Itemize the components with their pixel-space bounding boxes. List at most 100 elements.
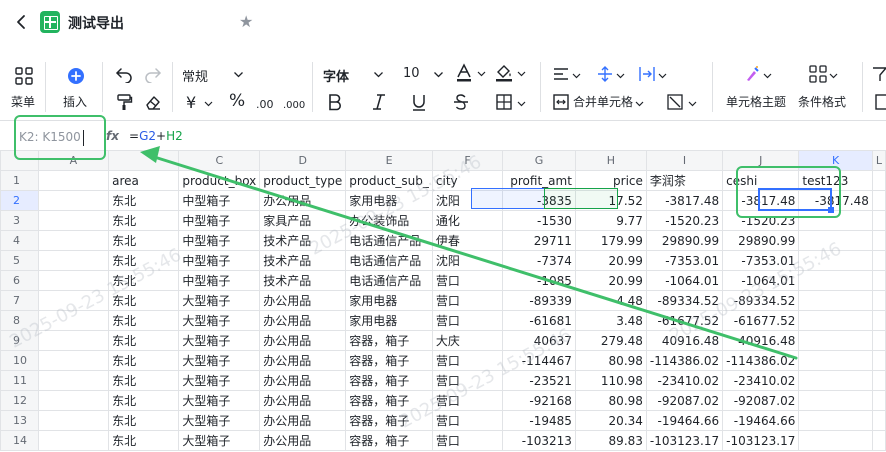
cell-h9[interactable]: 279.48: [574, 330, 647, 351]
row-header[interactable]: 2: [0, 190, 39, 211]
filter-icon[interactable]: [872, 64, 886, 84]
cell-j8[interactable]: -61677.52: [722, 310, 800, 331]
cell-b2[interactable]: 东北: [108, 190, 180, 211]
cell-b8[interactable]: 东北: [108, 310, 180, 331]
cell-f7[interactable]: 营口: [431, 290, 504, 311]
cell-l3[interactable]: [871, 210, 886, 231]
cell-b7[interactable]: 东北: [108, 290, 180, 311]
cell-j3[interactable]: -1520.23: [722, 210, 800, 231]
strikethrough-icon[interactable]: [452, 92, 470, 112]
cell-l14[interactable]: [871, 430, 886, 451]
cell-l5[interactable]: [871, 250, 886, 271]
cell-e9[interactable]: 容器，箱子: [345, 330, 433, 351]
cell-k2[interactable]: -3817.48: [798, 190, 873, 211]
cell-e2[interactable]: 家用电器: [345, 190, 433, 211]
cell-l6[interactable]: [871, 270, 886, 291]
cell-k8[interactable]: [798, 310, 873, 331]
insert-label[interactable]: 插入: [63, 93, 87, 110]
cell-k9[interactable]: [798, 330, 873, 351]
row-header[interactable]: 12: [0, 390, 39, 411]
cell-d2[interactable]: 办公用品: [259, 190, 347, 211]
insert-plus-icon[interactable]: [66, 66, 86, 86]
column-header[interactable]: A: [37, 150, 110, 171]
cell-g10[interactable]: -114467: [502, 350, 576, 371]
chevron-down-icon[interactable]: [634, 96, 644, 110]
cell-i4[interactable]: 29890.99: [645, 230, 724, 251]
cell-l12[interactable]: [871, 390, 886, 411]
cell-g7[interactable]: -89339: [502, 290, 576, 311]
cell-d11[interactable]: 办公用品: [259, 370, 347, 391]
cell-a6[interactable]: [37, 270, 110, 291]
grid-menu-icon[interactable]: [14, 66, 34, 86]
cell-c9[interactable]: 大型箱子: [178, 330, 261, 351]
cell-h10[interactable]: 80.98: [574, 350, 647, 371]
cell-h13[interactable]: 20.34: [574, 410, 647, 431]
row-header[interactable]: 3: [0, 210, 39, 231]
cell-j10[interactable]: -114386.02: [722, 350, 800, 371]
cell-i5[interactable]: -7353.01: [645, 250, 724, 271]
cell-c10[interactable]: 大型箱子: [178, 350, 261, 371]
format-painter-icon[interactable]: [114, 92, 134, 112]
cell-g4[interactable]: 29711: [502, 230, 576, 251]
cell-e13[interactable]: 容器，箱子: [345, 410, 433, 431]
menu-label[interactable]: 菜单: [11, 93, 35, 110]
cell-i11[interactable]: -23410.02: [645, 370, 724, 391]
select-all-corner[interactable]: [0, 150, 39, 171]
cell-f10[interactable]: 营口: [431, 350, 504, 371]
cell-d10[interactable]: 办公用品: [259, 350, 347, 371]
row-header[interactable]: 4: [0, 230, 39, 251]
column-header[interactable]: L: [871, 150, 886, 171]
cell-d7[interactable]: 办公用品: [259, 290, 347, 311]
row-header[interactable]: 14: [0, 430, 39, 451]
cell-theme-button[interactable]: 单元格主题: [726, 93, 786, 110]
cell-j14[interactable]: -103123.17: [722, 430, 800, 451]
cell-b4[interactable]: 东北: [108, 230, 180, 251]
cell-c8[interactable]: 大型箱子: [178, 310, 261, 331]
cell-d3[interactable]: 家具产品: [259, 210, 347, 231]
cell-h1[interactable]: price: [574, 170, 647, 191]
row-header[interactable]: 7: [0, 290, 39, 311]
cell-c5[interactable]: 中型箱子: [178, 250, 261, 271]
cell-e7[interactable]: 家用电器: [345, 290, 433, 311]
merge-cells-button[interactable]: 合并单元格: [573, 93, 633, 110]
chevron-down-icon[interactable]: [203, 96, 213, 110]
cell-e5[interactable]: 电话通信产品: [345, 250, 433, 271]
cell-l1[interactable]: [871, 170, 886, 191]
cell-e11[interactable]: 容器，箱子: [345, 370, 433, 391]
cell-k3[interactable]: [798, 210, 873, 231]
text-rotate-icon[interactable]: [665, 92, 685, 112]
cell-l4[interactable]: [871, 230, 886, 251]
cell-l8[interactable]: [871, 310, 886, 331]
cell-a3[interactable]: [37, 210, 110, 231]
chevron-down-icon[interactable]: [615, 68, 625, 82]
cell-g11[interactable]: -23521: [502, 370, 576, 391]
align-left-icon[interactable]: [551, 64, 571, 84]
cell-h4[interactable]: 179.99: [574, 230, 647, 251]
cell-a14[interactable]: [37, 430, 110, 451]
cell-c12[interactable]: 大型箱子: [178, 390, 261, 411]
cell-a9[interactable]: [37, 330, 110, 351]
back-arrow-icon[interactable]: [12, 12, 32, 32]
cell-b14[interactable]: 东北: [108, 430, 180, 451]
row-header[interactable]: 5: [0, 250, 39, 271]
name-box[interactable]: K2: K1500: [19, 130, 81, 144]
cell-k7[interactable]: [798, 290, 873, 311]
column-header[interactable]: E: [345, 150, 433, 171]
cell-d6[interactable]: 技术产品: [259, 270, 347, 291]
cell-h11[interactable]: 110.98: [574, 370, 647, 391]
cell-b3[interactable]: 东北: [108, 210, 180, 231]
cell-i10[interactable]: -114386.02: [645, 350, 724, 371]
document-title[interactable]: 测试导出: [68, 13, 124, 33]
cell-c1[interactable]: product_box: [178, 170, 261, 191]
cell-i1[interactable]: 李润茶: [645, 170, 724, 191]
cell-j4[interactable]: 29890.99: [722, 230, 800, 251]
cell-e8[interactable]: 家用电器: [345, 310, 433, 331]
cell-f5[interactable]: 沈阳: [431, 250, 504, 271]
cell-f11[interactable]: 营口: [431, 370, 504, 391]
percent-button[interactable]: %: [229, 91, 245, 111]
cell-j5[interactable]: -7353.01: [722, 250, 800, 271]
column-header[interactable]: D: [259, 150, 347, 171]
formula-input[interactable]: =G2+H2: [129, 129, 183, 143]
cell-i14[interactable]: -103123.17: [645, 430, 724, 451]
cell-b1[interactable]: area: [108, 170, 180, 191]
